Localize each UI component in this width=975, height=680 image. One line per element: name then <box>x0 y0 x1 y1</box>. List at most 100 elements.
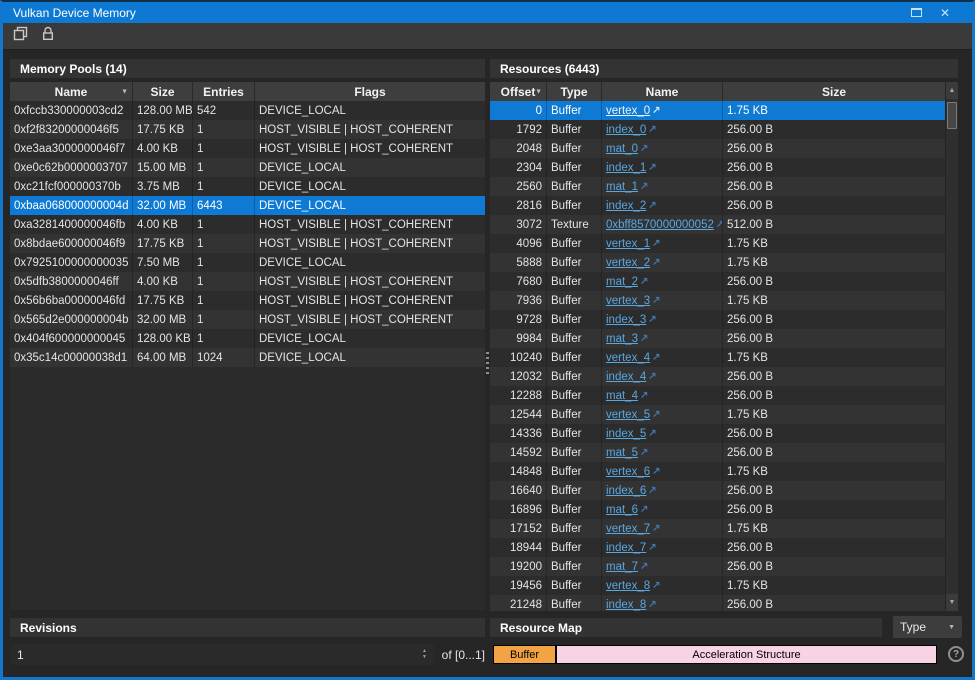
resource-header-size[interactable]: Size <box>723 82 945 101</box>
memory-pool-row[interactable]: 0xc21fcf000000370b3.75 MB1DEVICE_LOCAL <box>10 177 485 196</box>
help-icon[interactable]: ? <box>948 646 964 662</box>
resource-row[interactable]: 0Buffervertex_0↗1.75 KB <box>490 101 958 120</box>
resource-link[interactable]: mat_5 <box>606 447 638 459</box>
pool-header-size[interactable]: Size <box>133 82 193 101</box>
resource-link[interactable]: mat_3 <box>606 333 638 345</box>
panel-splitter-handle[interactable] <box>486 352 489 377</box>
resource-row[interactable]: 2560Buffermat_1↗256.00 B <box>490 177 958 196</box>
resource-map-segment[interactable]: Acceleration Structure <box>556 645 937 664</box>
resource-row[interactable]: 2048Buffermat_0↗256.00 B <box>490 139 958 158</box>
resource-link[interactable]: mat_0 <box>606 143 638 155</box>
pool-flags-cell: DEVICE_LOCAL <box>255 177 485 196</box>
resource-row[interactable]: 9728Bufferindex_3↗256.00 B <box>490 310 958 329</box>
resource-header-name[interactable]: Name <box>602 82 723 101</box>
resource-map-mode-select[interactable]: Type ▼ <box>893 616 962 638</box>
resource-link[interactable]: mat_4 <box>606 390 638 402</box>
memory-pool-row[interactable]: 0x56b6ba00000046fd17.75 KB1HOST_VISIBLE … <box>10 291 485 310</box>
resource-link[interactable]: vertex_2 <box>606 257 650 269</box>
resource-link[interactable]: mat_2 <box>606 276 638 288</box>
resource-row[interactable]: 16896Buffermat_6↗256.00 B <box>490 500 958 519</box>
resource-link[interactable]: vertex_7 <box>606 523 650 535</box>
resource-link[interactable]: index_6 <box>606 485 646 497</box>
resource-row[interactable]: 2816Bufferindex_2↗256.00 B <box>490 196 958 215</box>
resource-link[interactable]: vertex_3 <box>606 295 650 307</box>
resource-row[interactable]: 7936Buffervertex_3↗1.75 KB <box>490 291 958 310</box>
resource-row[interactable]: 12032Bufferindex_4↗256.00 B <box>490 367 958 386</box>
resource-row[interactable]: 9984Buffermat_3↗256.00 B <box>490 329 958 348</box>
resource-row[interactable]: 1792Bufferindex_0↗256.00 B <box>490 120 958 139</box>
resource-link[interactable]: index_1 <box>606 162 646 174</box>
pool-header-flags[interactable]: Flags <box>255 82 485 101</box>
resource-link[interactable]: vertex_0 <box>606 105 650 117</box>
memory-pool-row[interactable]: 0x35c14c00000038d164.00 MB1024DEVICE_LOC… <box>10 348 485 367</box>
memory-pool-row[interactable]: 0x565d2e000000004b32.00 MB1HOST_VISIBLE … <box>10 310 485 329</box>
resource-row[interactable]: 5888Buffervertex_2↗1.75 KB <box>490 253 958 272</box>
scroll-up-icon[interactable]: ▲ <box>946 82 958 99</box>
resource-map-segment[interactable]: Buffer <box>493 645 556 664</box>
resource-row[interactable]: 18944Bufferindex_7↗256.00 B <box>490 538 958 557</box>
memory-pool-row[interactable]: 0x5dfb3800000046ff4.00 KB1HOST_VISIBLE |… <box>10 272 485 291</box>
resource-row[interactable]: 21248Bufferindex_8↗256.00 B <box>490 595 958 611</box>
resource-row[interactable]: 14592Buffermat_5↗256.00 B <box>490 443 958 462</box>
resource-row[interactable]: 7680Buffermat_2↗256.00 B <box>490 272 958 291</box>
resource-row[interactable]: 19200Buffermat_7↗256.00 B <box>490 557 958 576</box>
resource-link[interactable]: vertex_5 <box>606 409 650 421</box>
resource-offset-cell: 1792 <box>490 120 547 139</box>
scrollbar-thumb[interactable] <box>947 102 957 129</box>
resource-row[interactable]: 12544Buffervertex_5↗1.75 KB <box>490 405 958 424</box>
lock-button[interactable] <box>39 27 57 45</box>
spin-down-icon[interactable]: ▼ <box>422 655 427 661</box>
resource-type-cell: Buffer <box>547 405 602 424</box>
resource-row[interactable]: 2304Bufferindex_1↗256.00 B <box>490 158 958 177</box>
resource-link[interactable]: vertex_4 <box>606 352 650 364</box>
float-window-icon[interactable] <box>911 8 922 17</box>
memory-pool-row[interactable]: 0xa3281400000046fb4.00 KB1HOST_VISIBLE |… <box>10 215 485 234</box>
resource-link[interactable]: index_0 <box>606 124 646 136</box>
resource-name-cell: vertex_4↗ <box>602 348 723 367</box>
resource-row[interactable]: 12288Buffermat_4↗256.00 B <box>490 386 958 405</box>
resources-scrollbar[interactable]: ▲ ▼ <box>945 82 958 611</box>
resource-row[interactable]: 16640Bufferindex_6↗256.00 B <box>490 481 958 500</box>
resource-name-cell: vertex_8↗ <box>602 576 723 595</box>
resource-link[interactable]: mat_7 <box>606 561 638 573</box>
memory-pool-row[interactable]: 0xbaa068000000004d32.00 MB6443DEVICE_LOC… <box>10 196 485 215</box>
resource-row[interactable]: 3072Texture0xbff8570000000052↗512.00 B <box>490 215 958 234</box>
resource-link[interactable]: index_2 <box>606 200 646 212</box>
resource-row[interactable]: 19456Buffervertex_8↗1.75 KB <box>490 576 958 595</box>
memory-pool-row[interactable]: 0xe0c62b000000370715.00 MB1DEVICE_LOCAL <box>10 158 485 177</box>
resource-type-cell: Buffer <box>547 443 602 462</box>
resource-link[interactable]: vertex_8 <box>606 580 650 592</box>
resource-header-offset[interactable]: Offset ▼ <box>490 82 547 101</box>
resource-row[interactable]: 14336Bufferindex_5↗256.00 B <box>490 424 958 443</box>
resource-row[interactable]: 10240Buffervertex_4↗1.75 KB <box>490 348 958 367</box>
resource-link[interactable]: vertex_6 <box>606 466 650 478</box>
pool-header-entries[interactable]: Entries <box>193 82 255 101</box>
scroll-down-icon[interactable]: ▼ <box>946 594 958 611</box>
resource-link[interactable]: index_8 <box>606 599 646 611</box>
resource-link[interactable]: mat_1 <box>606 181 638 193</box>
resource-offset-cell: 7936 <box>490 291 547 310</box>
pool-header-name[interactable]: Name ▼ <box>10 82 133 101</box>
resource-row[interactable]: 17152Buffervertex_7↗1.75 KB <box>490 519 958 538</box>
memory-pool-row[interactable]: 0xe3aa3000000046f74.00 KB1HOST_VISIBLE |… <box>10 139 485 158</box>
resource-link[interactable]: 0xbff8570000000052 <box>606 219 714 231</box>
memory-pool-row[interactable]: 0x8bdae600000046f917.75 KB1HOST_VISIBLE … <box>10 234 485 253</box>
resource-link[interactable]: index_7 <box>606 542 646 554</box>
resource-link[interactable]: index_4 <box>606 371 646 383</box>
resource-header-type[interactable]: Type <box>547 82 602 101</box>
resource-link[interactable]: index_3 <box>606 314 646 326</box>
memory-pool-row[interactable]: 0xf2f83200000046f517.75 KB1HOST_VISIBLE … <box>10 120 485 139</box>
resource-row[interactable]: 4096Buffervertex_1↗1.75 KB <box>490 234 958 253</box>
resource-link[interactable]: index_5 <box>606 428 646 440</box>
revision-stepper[interactable]: ▲ ▼ <box>419 649 434 661</box>
close-icon[interactable]: ✕ <box>940 7 950 19</box>
memory-pool-row[interactable]: 0xfccb330000003cd2128.00 MB542DEVICE_LOC… <box>10 101 485 120</box>
resource-link[interactable]: mat_6 <box>606 504 638 516</box>
memory-pool-row[interactable]: 0x79251000000000357.50 MB1DEVICE_LOCAL <box>10 253 485 272</box>
memory-pool-row[interactable]: 0x404f600000000045128.00 KB1DEVICE_LOCAL <box>10 329 485 348</box>
resource-row[interactable]: 14848Buffervertex_6↗1.75 KB <box>490 462 958 481</box>
go-to-resource-icon: ↗ <box>640 504 648 515</box>
revision-input[interactable] <box>10 648 419 662</box>
new-window-button[interactable] <box>11 27 29 45</box>
resource-link[interactable]: vertex_1 <box>606 238 650 250</box>
